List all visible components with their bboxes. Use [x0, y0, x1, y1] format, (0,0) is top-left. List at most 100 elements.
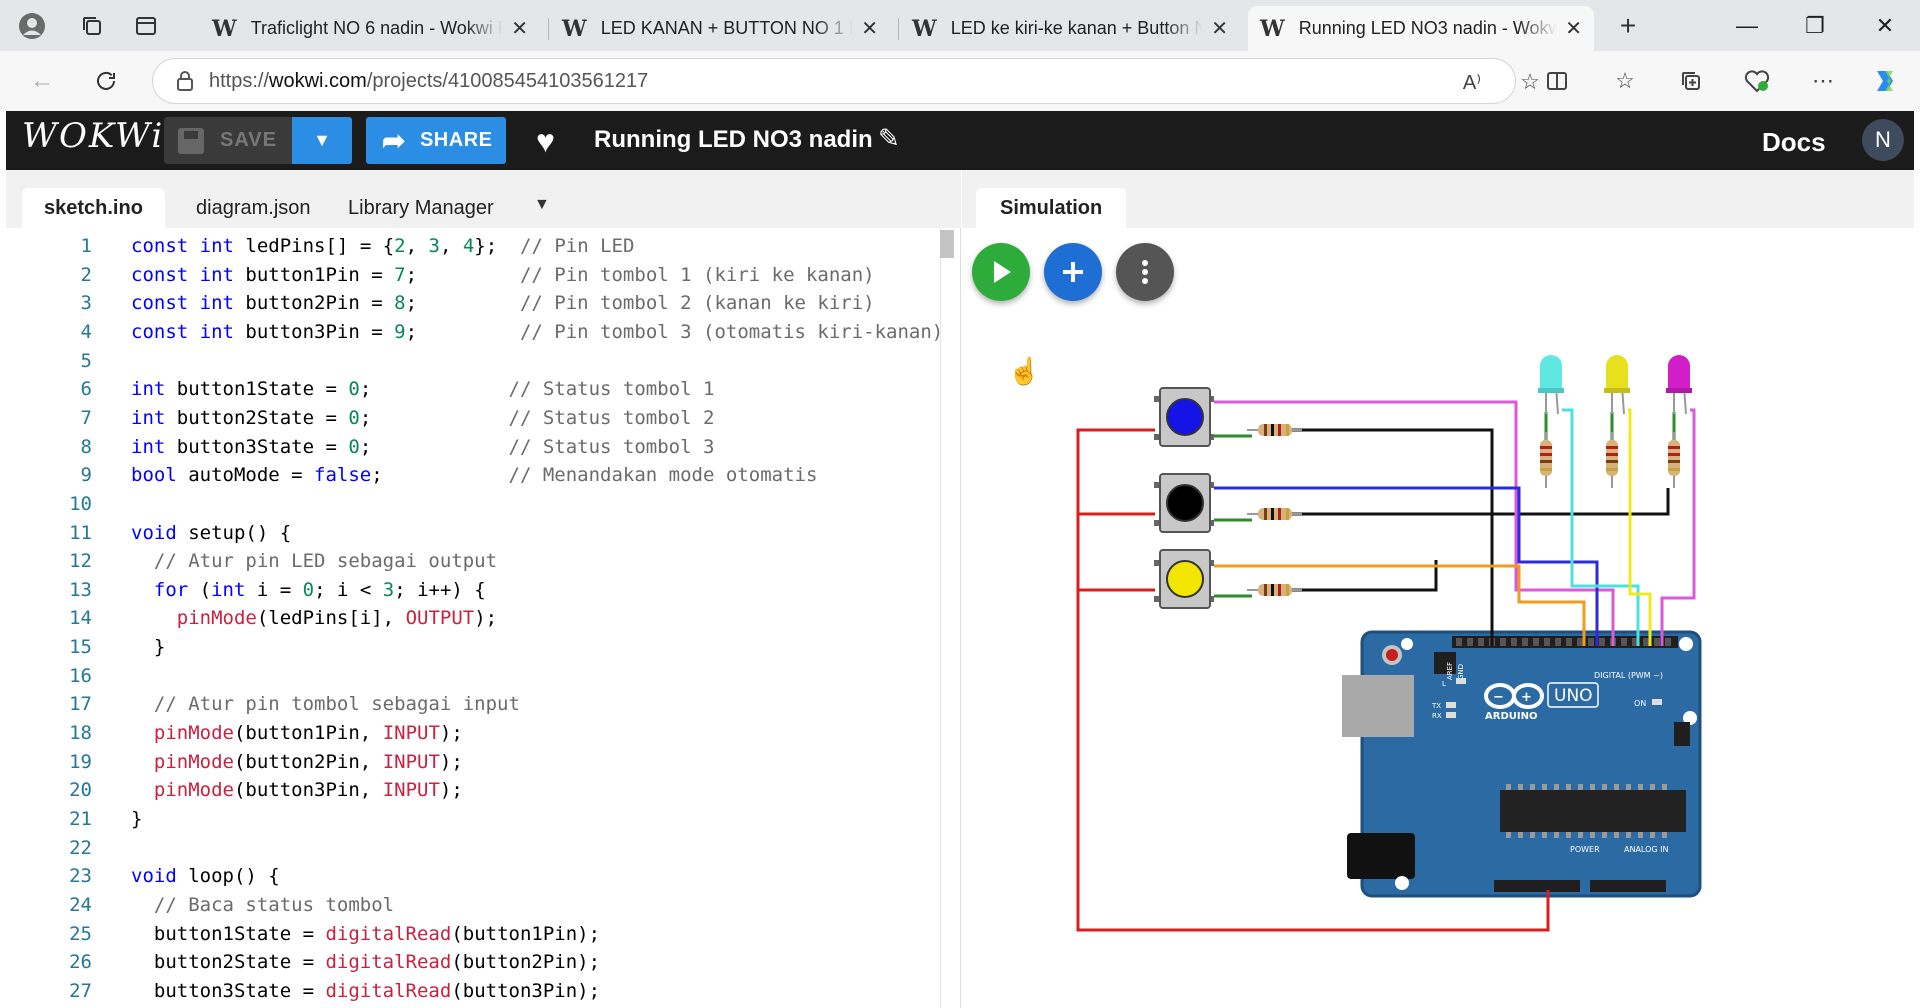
code-line[interactable]: 16 [6, 662, 946, 690]
code-token: button3State = [131, 979, 326, 1002]
led-cyan[interactable] [1538, 355, 1564, 415]
new-tab-icon[interactable]: + [1610, 8, 1646, 44]
circuit-diagram[interactable]: DIGITAL (PWM ~) AREF GND L TX RX − + ARD… [962, 170, 1914, 1008]
back-icon[interactable]: ← [24, 63, 60, 99]
code-line[interactable]: 3 const int button2Pin = 8; // Pin tombol… [6, 289, 946, 317]
docs-link[interactable]: Docs [1762, 127, 1826, 158]
split-screen-icon[interactable] [1540, 64, 1574, 98]
save-button[interactable]: SAVE [164, 117, 292, 164]
resistor-2[interactable] [1247, 508, 1302, 520]
pushbutton-yellow[interactable] [1154, 549, 1214, 609]
code-token: 2 [394, 235, 406, 257]
code-line[interactable]: 12 // Atur pin LED sebagai output [6, 547, 946, 575]
url-field[interactable]: https://wokwi.com/projects/4100854541035… [152, 58, 1540, 104]
user-avatar[interactable]: N [1862, 119, 1904, 161]
code-area[interactable]: 1 const int ledPins[] = {2, 3, 4}; // Pin… [6, 228, 961, 1008]
led-yellow[interactable] [1604, 355, 1630, 415]
code-line[interactable]: 5 [6, 347, 946, 375]
editor-tabs-dropdown-icon[interactable]: ▼ [534, 196, 550, 214]
pushbutton-black[interactable] [1154, 473, 1214, 533]
heart-icon[interactable]: ♥ [536, 123, 555, 160]
browser-tab-1[interactable]: W Traficlight NO 6 nadin - Wokwi ESP32, … [200, 6, 540, 51]
code-line[interactable]: 26 button2State = digitalRead(button2Pin… [6, 948, 946, 976]
collections-icon[interactable] [1674, 64, 1708, 98]
code-line[interactable]: 25 button1State = digitalRead(button1Pin… [6, 920, 946, 948]
code-line[interactable]: 4 const int button3Pin = 9; // Pin tombol… [6, 318, 946, 346]
wire-black-gnd-1[interactable] [1292, 428, 1494, 646]
resistor-3[interactable] [1247, 584, 1302, 596]
favorites-icon[interactable]: ☆ [1608, 64, 1642, 98]
profile-icon[interactable] [14, 8, 50, 44]
settings-more-icon[interactable]: ⋯ [1806, 64, 1840, 98]
code-line[interactable]: 9 bool autoMode = false; // Menandakan mo… [6, 461, 946, 489]
code-line[interactable]: 19 pinMode(button2Pin, INPUT); [6, 748, 946, 776]
browser-tab-active[interactable]: W Running LED NO3 nadin - Wokwi ✕ [1248, 6, 1594, 51]
resistor-led-3[interactable] [1668, 432, 1680, 488]
edit-title-pencil-icon[interactable]: ✎ [878, 123, 900, 154]
code-line[interactable]: 10 [6, 490, 946, 518]
copilot-icon[interactable] [1868, 64, 1902, 98]
wire-magenta-pin7[interactable] [1214, 400, 1615, 646]
code-line[interactable]: 22 [6, 834, 946, 862]
save-dropdown-button[interactable]: ▼ [292, 117, 352, 164]
resistor-led-1[interactable] [1540, 432, 1552, 488]
editor-scrollbar-thumb[interactable] [940, 230, 954, 258]
tab-actions-icon[interactable] [128, 8, 164, 44]
close-tab-icon[interactable]: ✕ [511, 16, 528, 41]
code-token: 0 [348, 378, 360, 401]
share-button[interactable]: ➦ SHARE [366, 117, 506, 164]
browser-tab-title: Running LED NO3 nadin - Wokwi [1298, 18, 1558, 38]
browser-tab-3[interactable]: W LED ke kiri-ke kanan + Button NO 2 ✕ [900, 6, 1240, 51]
line-number: 9 [80, 464, 92, 487]
code-line[interactable]: 11 void setup() { [6, 519, 946, 547]
code-line[interactable]: 1 const int ledPins[] = {2, 3, 4}; // Pin… [6, 232, 946, 260]
code-line[interactable]: 15 } [6, 633, 946, 661]
restore-icon[interactable]: ❐ [1790, 8, 1840, 44]
code-text: int button2State = 0; // Status tombol 2 [131, 407, 714, 429]
editor-scrollbar[interactable] [940, 228, 941, 1008]
line-number: 12 [69, 550, 92, 573]
code-line[interactable]: 27 button3State = digitalRead(button3Pin… [6, 977, 946, 1005]
arduino-uno-board[interactable]: DIGITAL (PWM ~) AREF GND L TX RX − + ARD… [1342, 630, 1702, 898]
code-line[interactable]: 7 int button2State = 0; // Status tombol … [6, 404, 946, 432]
code-line[interactable]: 21} [6, 805, 946, 833]
code-line[interactable]: 6 int button1State = 0; // Status tombol … [6, 375, 946, 403]
reload-icon[interactable] [88, 63, 124, 99]
close-window-icon[interactable]: ✕ [1860, 8, 1910, 44]
tab-sketch-ino[interactable]: sketch.ino [22, 188, 165, 228]
resistor-led-2[interactable] [1606, 432, 1618, 488]
project-title[interactable]: Running LED NO3 nadin [594, 126, 873, 154]
digital-pwm-label: DIGITAL (PWM ~) [1594, 671, 1663, 680]
wire-black-gnd-2[interactable] [1292, 502, 1574, 516]
code-line[interactable]: 14 pinMode(ledPins[i], OUTPUT); [6, 604, 946, 632]
resistor-1[interactable] [1247, 424, 1302, 436]
workspaces-icon[interactable] [74, 8, 110, 44]
code-line[interactable]: 17 // Atur pin tombol sebagai input [6, 690, 946, 718]
led-magenta[interactable] [1666, 355, 1692, 415]
read-aloud-icon[interactable]: A⁾ [1455, 65, 1489, 99]
browser-tab-2[interactable]: W LED KANAN + BUTTON NO 1 NADIN - Wokwi … [550, 6, 890, 51]
wire-cyan-pin4[interactable] [1562, 408, 1640, 646]
pushbutton-blue[interactable] [1154, 387, 1214, 447]
wokwi-logo[interactable]: WOKWi [22, 116, 164, 156]
tab-diagram-json[interactable]: diagram.json [174, 188, 333, 228]
close-tab-icon[interactable]: ✕ [861, 16, 878, 41]
tab-library-manager[interactable]: Library Manager [326, 188, 516, 228]
minimize-icon[interactable]: — [1722, 8, 1772, 44]
code-text: button2State = digitalRead(button2Pin); [131, 951, 600, 973]
code-line[interactable]: 23 void loop() { [6, 862, 946, 890]
code-line[interactable]: 8 int button3State = 0; // Status tombol … [6, 433, 946, 461]
code-token: const [131, 320, 189, 343]
code-line[interactable]: 13 for (int i = 0; i < 3; i++) { [6, 576, 946, 604]
close-tab-icon[interactable]: ✕ [1211, 16, 1228, 41]
code-line[interactable]: 24 // Baca status tombol [6, 891, 946, 919]
code-text: pinMode(button1Pin, INPUT); [131, 722, 463, 744]
code-token: }; [474, 235, 521, 257]
code-line[interactable]: 18 pinMode(button1Pin, INPUT); [6, 719, 946, 747]
code-line[interactable]: 2 const int button1Pin = 7; // Pin tombol… [6, 261, 946, 289]
code-line[interactable]: 20 pinMode(button3Pin, INPUT); [6, 776, 946, 804]
browser-essentials-icon[interactable] [1740, 64, 1774, 98]
close-tab-icon[interactable]: ✕ [1565, 16, 1582, 41]
lock-icon[interactable] [175, 69, 195, 99]
line-number: 13 [69, 578, 92, 601]
